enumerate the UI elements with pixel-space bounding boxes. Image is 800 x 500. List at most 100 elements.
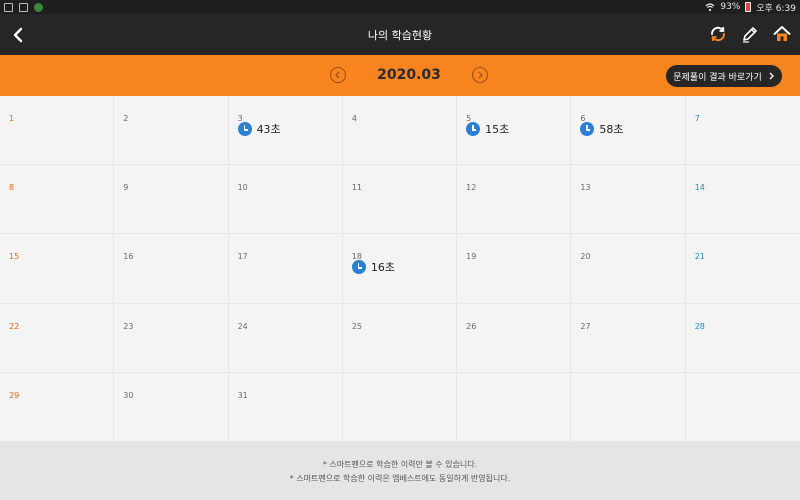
header-actions xyxy=(708,24,792,44)
day-number: 11 xyxy=(351,183,363,193)
calendar-day-cell[interactable]: 3 43초 xyxy=(228,96,343,166)
study-record: 43초 xyxy=(237,121,281,137)
calendar-day-cell[interactable]: 26 xyxy=(457,303,572,373)
calendar-day-cell[interactable]: 29 xyxy=(0,372,115,442)
chevron-right-icon xyxy=(769,72,774,80)
day-number: 12 xyxy=(466,183,477,193)
day-number: 8 xyxy=(9,183,15,193)
calendar-day-cell[interactable]: 22 xyxy=(0,303,115,373)
calendar-day-cell[interactable]: 27 xyxy=(571,303,686,373)
sync-icon[interactable] xyxy=(708,24,728,44)
calendar-day-cell[interactable]: 8 xyxy=(0,165,115,235)
study-time: 16초 xyxy=(370,261,395,275)
study-record: 58초 xyxy=(580,121,624,137)
study-time: 43초 xyxy=(256,123,281,136)
calendar-empty-cell xyxy=(457,372,572,442)
day-number: 25 xyxy=(351,321,363,331)
calendar-day-cell[interactable]: 10 xyxy=(228,165,343,235)
calendar-day-cell[interactable]: 25 xyxy=(342,303,458,373)
calendar-day-cell[interactable]: 14 xyxy=(685,165,800,235)
calendar-day-cell[interactable]: 24 xyxy=(228,303,343,373)
calendar-day-cell[interactable]: 12 xyxy=(457,165,572,235)
notification-icons xyxy=(4,2,43,12)
study-time: 15초 xyxy=(485,123,510,136)
next-month-button[interactable] xyxy=(472,67,488,83)
calendar-empty-cell xyxy=(685,372,800,442)
app-notification-icon xyxy=(34,2,43,12)
day-number: 26 xyxy=(466,321,477,331)
battery-percent: 93% xyxy=(720,2,741,12)
calendar-day-cell[interactable]: 21 xyxy=(685,234,800,304)
home-icon[interactable] xyxy=(772,24,792,44)
prev-month-button[interactable] xyxy=(330,67,346,83)
calendar-day-cell[interactable]: 16 xyxy=(114,234,229,304)
day-number: 16 xyxy=(123,252,134,262)
current-month: 2020.03 xyxy=(377,67,441,83)
calendar-day-cell[interactable]: 20 xyxy=(571,234,686,304)
clock-time: 오후 6:39 xyxy=(756,3,796,14)
calendar-day-cell[interactable]: 7 xyxy=(685,96,800,166)
study-record: 15초 xyxy=(466,121,509,137)
store-notification-icon xyxy=(19,2,28,12)
study-time: 58초 xyxy=(599,123,624,136)
calendar-empty-cell xyxy=(571,372,686,442)
month-navigator: 2020.03 xyxy=(330,67,488,83)
footer-note: * 스마트펜으로 학습한 이력만 볼 수 있습니다. xyxy=(322,459,478,469)
day-number: 17 xyxy=(237,252,248,262)
study-record: 16초 xyxy=(351,259,395,275)
calendar-day-cell[interactable]: 15 xyxy=(0,234,115,304)
calendar-day-cell[interactable]: 18 16초 xyxy=(342,234,458,304)
month-bar: 2020.03 문제풀이 결과 바로가기 xyxy=(0,55,800,96)
chevron-right-icon xyxy=(478,71,483,79)
calendar-day-cell[interactable]: 9 xyxy=(114,165,229,235)
day-number: 23 xyxy=(123,321,134,331)
pen-icon[interactable] xyxy=(740,24,760,44)
calendar-day-cell[interactable]: 2 xyxy=(114,96,229,166)
day-number: 30 xyxy=(123,390,134,400)
day-number: 27 xyxy=(580,321,591,331)
page-title: 나의 학습현황 xyxy=(367,28,433,42)
day-number: 14 xyxy=(694,183,705,193)
calendar-day-cell[interactable]: 13 xyxy=(571,165,686,235)
system-indicators: 93% 오후 6:39 xyxy=(705,1,796,14)
image-notification-icon xyxy=(4,2,13,12)
day-number: 9 xyxy=(123,183,129,193)
calendar-day-cell[interactable]: 30 xyxy=(114,372,229,442)
day-number: 24 xyxy=(237,321,248,331)
day-number: 28 xyxy=(694,321,705,331)
day-number: 4 xyxy=(351,114,357,123)
footer-notes: * 스마트펜으로 학습한 이력만 볼 수 있습니다. * 스마트펜으로 학습한 … xyxy=(0,442,800,500)
calendar-day-cell[interactable]: 23 xyxy=(114,303,229,373)
calendar-day-cell[interactable]: 4 xyxy=(342,96,458,166)
day-number: 1 xyxy=(9,114,15,123)
day-number: 15 xyxy=(9,252,20,262)
back-arrow-icon[interactable] xyxy=(10,26,28,44)
day-number: 20 xyxy=(580,252,591,262)
calendar-day-cell[interactable]: 6 58초 xyxy=(571,96,686,166)
day-number: 2 xyxy=(123,114,129,123)
clock-icon xyxy=(580,122,595,136)
calendar-day-cell[interactable]: 1 xyxy=(0,96,115,166)
day-number: 7 xyxy=(694,114,700,123)
calendar-day-cell[interactable]: 28 xyxy=(685,303,800,373)
calendar-day-cell[interactable]: 5 15초 xyxy=(457,96,572,166)
calendar-day-cell[interactable]: 31 xyxy=(228,372,343,442)
day-number: 31 xyxy=(237,390,248,400)
day-number: 21 xyxy=(694,252,705,262)
chevron-left-icon xyxy=(335,71,340,79)
wifi-icon xyxy=(705,2,715,11)
calendar-day-cell[interactable]: 11 xyxy=(342,165,458,235)
footer-note: * 스마트펜으로 학습한 이력은 엠베스트에도 동일하게 반영됩니다. xyxy=(289,473,511,483)
day-number: 10 xyxy=(237,183,248,193)
day-number: 13 xyxy=(580,183,591,193)
clock-icon xyxy=(466,122,481,136)
status-bar: 93% 오후 6:39 xyxy=(0,0,800,14)
day-number: 22 xyxy=(9,321,20,331)
goto-results-button[interactable]: 문제풀이 결과 바로가기 xyxy=(666,65,782,87)
day-number: 29 xyxy=(9,390,20,400)
calendar-day-cell[interactable]: 19 xyxy=(457,234,572,304)
calendar-empty-cell xyxy=(342,372,458,442)
clock-icon xyxy=(237,122,252,136)
battery-icon xyxy=(745,2,752,12)
calendar-day-cell[interactable]: 17 xyxy=(228,234,343,304)
